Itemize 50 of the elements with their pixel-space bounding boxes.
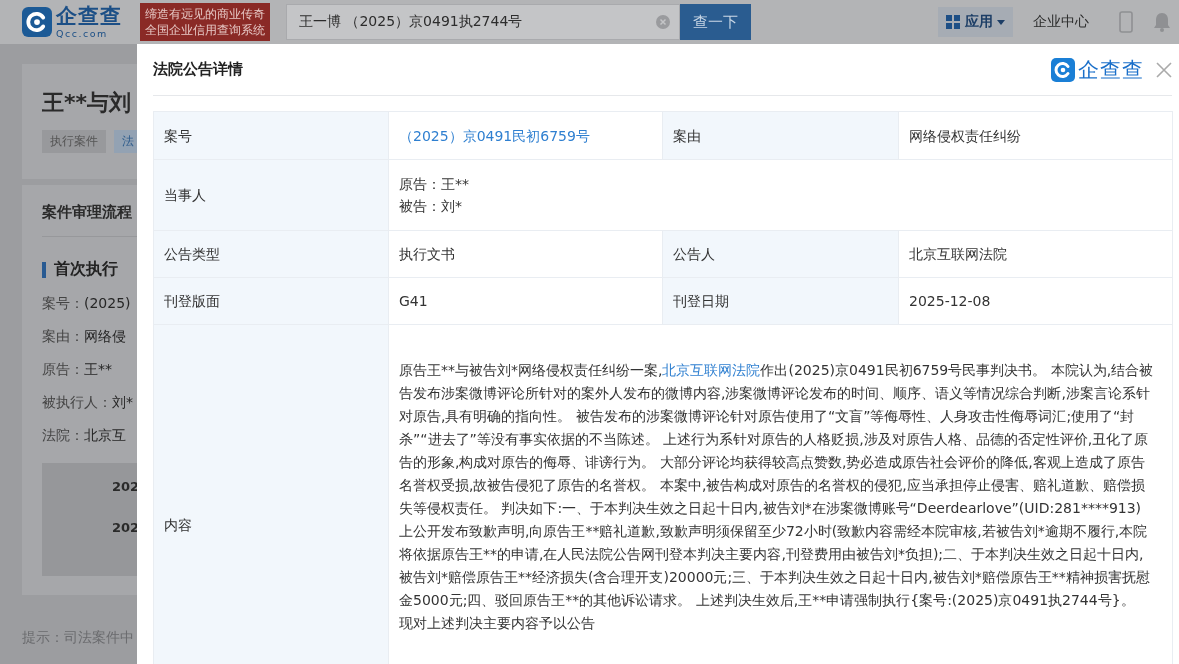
slogan-banner: 缔造有远见的商业传奇 全国企业信用查询系统	[140, 3, 270, 41]
field-value: 王**	[84, 360, 112, 379]
closing-text: 现对上述判决主要内容予以公告	[399, 614, 596, 633]
dialog-title: 法院公告详情	[153, 60, 243, 79]
field-label: 法院：	[42, 426, 84, 445]
label-cell: 当事人	[153, 159, 389, 231]
field-label: 案号：	[42, 294, 84, 313]
label-cell: 案号	[153, 111, 389, 160]
logo-text: 企查查	[56, 5, 122, 27]
apps-menu-button[interactable]: 应用	[938, 7, 1013, 37]
section-title: 首次执行	[54, 259, 118, 280]
field-value: (2025)	[84, 294, 131, 313]
close-icon[interactable]	[1156, 61, 1172, 78]
field-value: 北京互	[84, 426, 126, 445]
court-link[interactable]: 北京互联网法院	[662, 362, 761, 378]
party-text: 被告：刘*	[399, 197, 463, 216]
search-button[interactable]: 查一下	[680, 4, 751, 40]
logo-icon	[1051, 57, 1075, 82]
caret-icon	[997, 19, 1005, 25]
label-cell: 刊登版面	[153, 277, 389, 325]
grid-icon	[946, 14, 961, 30]
value-cell: 网络侵权责任纠纷	[898, 111, 1173, 160]
case-title: 王**与刘	[42, 89, 132, 117]
label-cell: 公告人	[662, 230, 899, 278]
field-label: 原告：	[42, 360, 84, 379]
bell-icon[interactable]	[1153, 12, 1171, 32]
logo-domain: Qcc.com	[56, 28, 109, 39]
field-label: 案由：	[42, 327, 84, 346]
label-cell: 案由	[662, 111, 899, 160]
clear-icon[interactable]	[656, 15, 670, 29]
value-cell: 北京互联网法院	[898, 230, 1173, 278]
value-cell: 执行文书	[388, 230, 663, 278]
party-text: 原告：王**	[399, 175, 470, 194]
section-marker	[42, 261, 46, 278]
value-cell: G41	[388, 277, 663, 325]
phone-icon[interactable]	[1119, 11, 1133, 33]
field-value: 刘*	[112, 393, 133, 412]
case-tag: 执行案件	[42, 130, 106, 153]
case-tag: 法	[114, 130, 137, 153]
content-paragraph: 原告王**与被告刘*网络侵权责任纠纷一案,北京互联网法院作出(2025)京0491民初6759号民事判决书。 本院认为,结合被告发布涉案微博评论所针对的案外人发布的微博内容,涉案微博评论发布的时间、顺序、语义等情况综合判断,涉案言论系针对原告,具有明确的指向性。 被告发布的涉案微博评论针对原告使用了“文盲”等侮辱性、人身攻击性侮辱词汇;使用了“封杀”“进去了”等没有事实依据的不当陈述。 上述行为系针对原告的人格贬损,涉及对原告人格、品德的否定性评价,丑化了原告的形象,构成对原告的侮辱、诽谤行为。 大部分评论均获得较高点赞数,势必造成原告社会评价的降低,客观上造成了原告名誉权受损,故被告侵犯了原告的名誉权。 本案中,被告构成对原告的名誉权的侵犯,应当承担停止侵害、赔礼道歉、赔偿损失等侵权责任。 判决如下:一、于本判决生效之日起十日内,被告刘*在涉案微博账号“Deerdearlove”(UID:281****913)上公开发布致歉声明,向原告王**赔礼道歉,致歉声明须保留至少72小时(致歉内容需经本院审核,若被告刘*逾期不履行,本院将依据原告王**的申请,在人民法院公告网刊登本判决主要内容,刊登费用由被告刘*负担);二、于本判决生效之日起十日内,被告刘*赔偿原告王**经济损失(含合理开支)20000元;三、于本判决生效之日起十日内,被告刘*赔偿原告王**精神损害抚慰金5000元;四、驳回原告王**的其他诉讼请求。 上述判决生效后,王**申请强制执行{案号:(2025)京0491执2744号}。	[399, 361, 1155, 610]
search-field[interactable]: 王一博 （2025）京0491执2744号	[286, 4, 680, 40]
logo-icon	[22, 7, 52, 37]
enterprise-center-link[interactable]: 企业中心	[1033, 13, 1089, 31]
label-cell: 刊登日期	[662, 277, 899, 325]
field-value: 网络侵	[84, 327, 126, 346]
label-cell: 内容	[153, 324, 389, 664]
label-cell: 公告类型	[153, 230, 389, 278]
field-label: 被执行人：	[42, 393, 112, 412]
value-cell: 2025-12-08	[898, 277, 1173, 325]
logo-text: 企查查	[1078, 56, 1144, 84]
